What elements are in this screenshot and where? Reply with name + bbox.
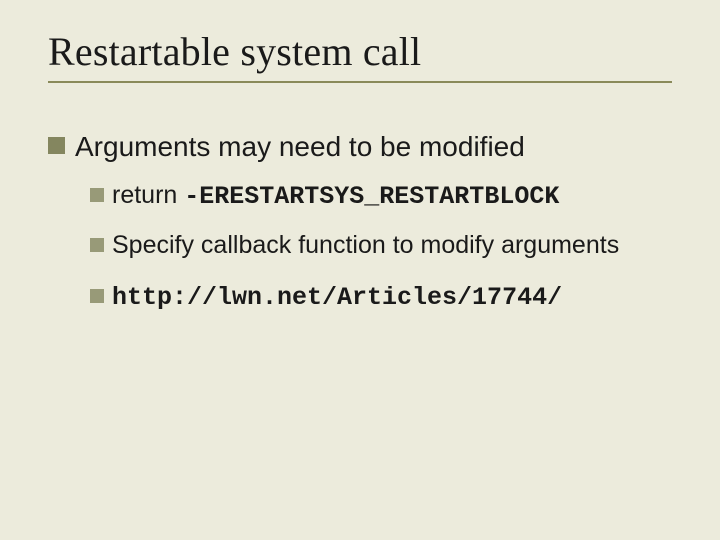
- bullet-code: http://lwn.net/Articles/17744/: [112, 283, 562, 312]
- square-bullet-icon: [90, 188, 104, 202]
- square-bullet-icon: [90, 238, 104, 252]
- slide: Restartable system call Arguments may ne…: [0, 0, 720, 540]
- bullet-lvl1: Arguments may need to be modified: [48, 129, 672, 164]
- bullet-pre: Specify callback function to modify argu…: [112, 231, 619, 259]
- bullet-code: -ERESTARTSYS_RESTARTBLOCK: [184, 182, 559, 211]
- bullet-text: return -ERESTARTSYS_RESTARTBLOCK: [112, 180, 559, 212]
- bullet-text: Specify callback function to modify argu…: [112, 230, 619, 262]
- bullet-text: http://lwn.net/Articles/17744/: [112, 281, 562, 313]
- bullet-lvl1-text: Arguments may need to be modified: [75, 129, 525, 164]
- bullet-pre: return: [112, 181, 184, 209]
- bullet-lvl2: http://lwn.net/Articles/17744/: [90, 281, 672, 313]
- slide-title: Restartable system call: [48, 28, 672, 75]
- bullet-lvl2: return -ERESTARTSYS_RESTARTBLOCK: [90, 180, 672, 212]
- square-bullet-icon: [90, 289, 104, 303]
- bullet-lvl2: Specify callback function to modify argu…: [90, 230, 672, 262]
- title-underline: [48, 81, 672, 83]
- square-bullet-icon: [48, 137, 65, 154]
